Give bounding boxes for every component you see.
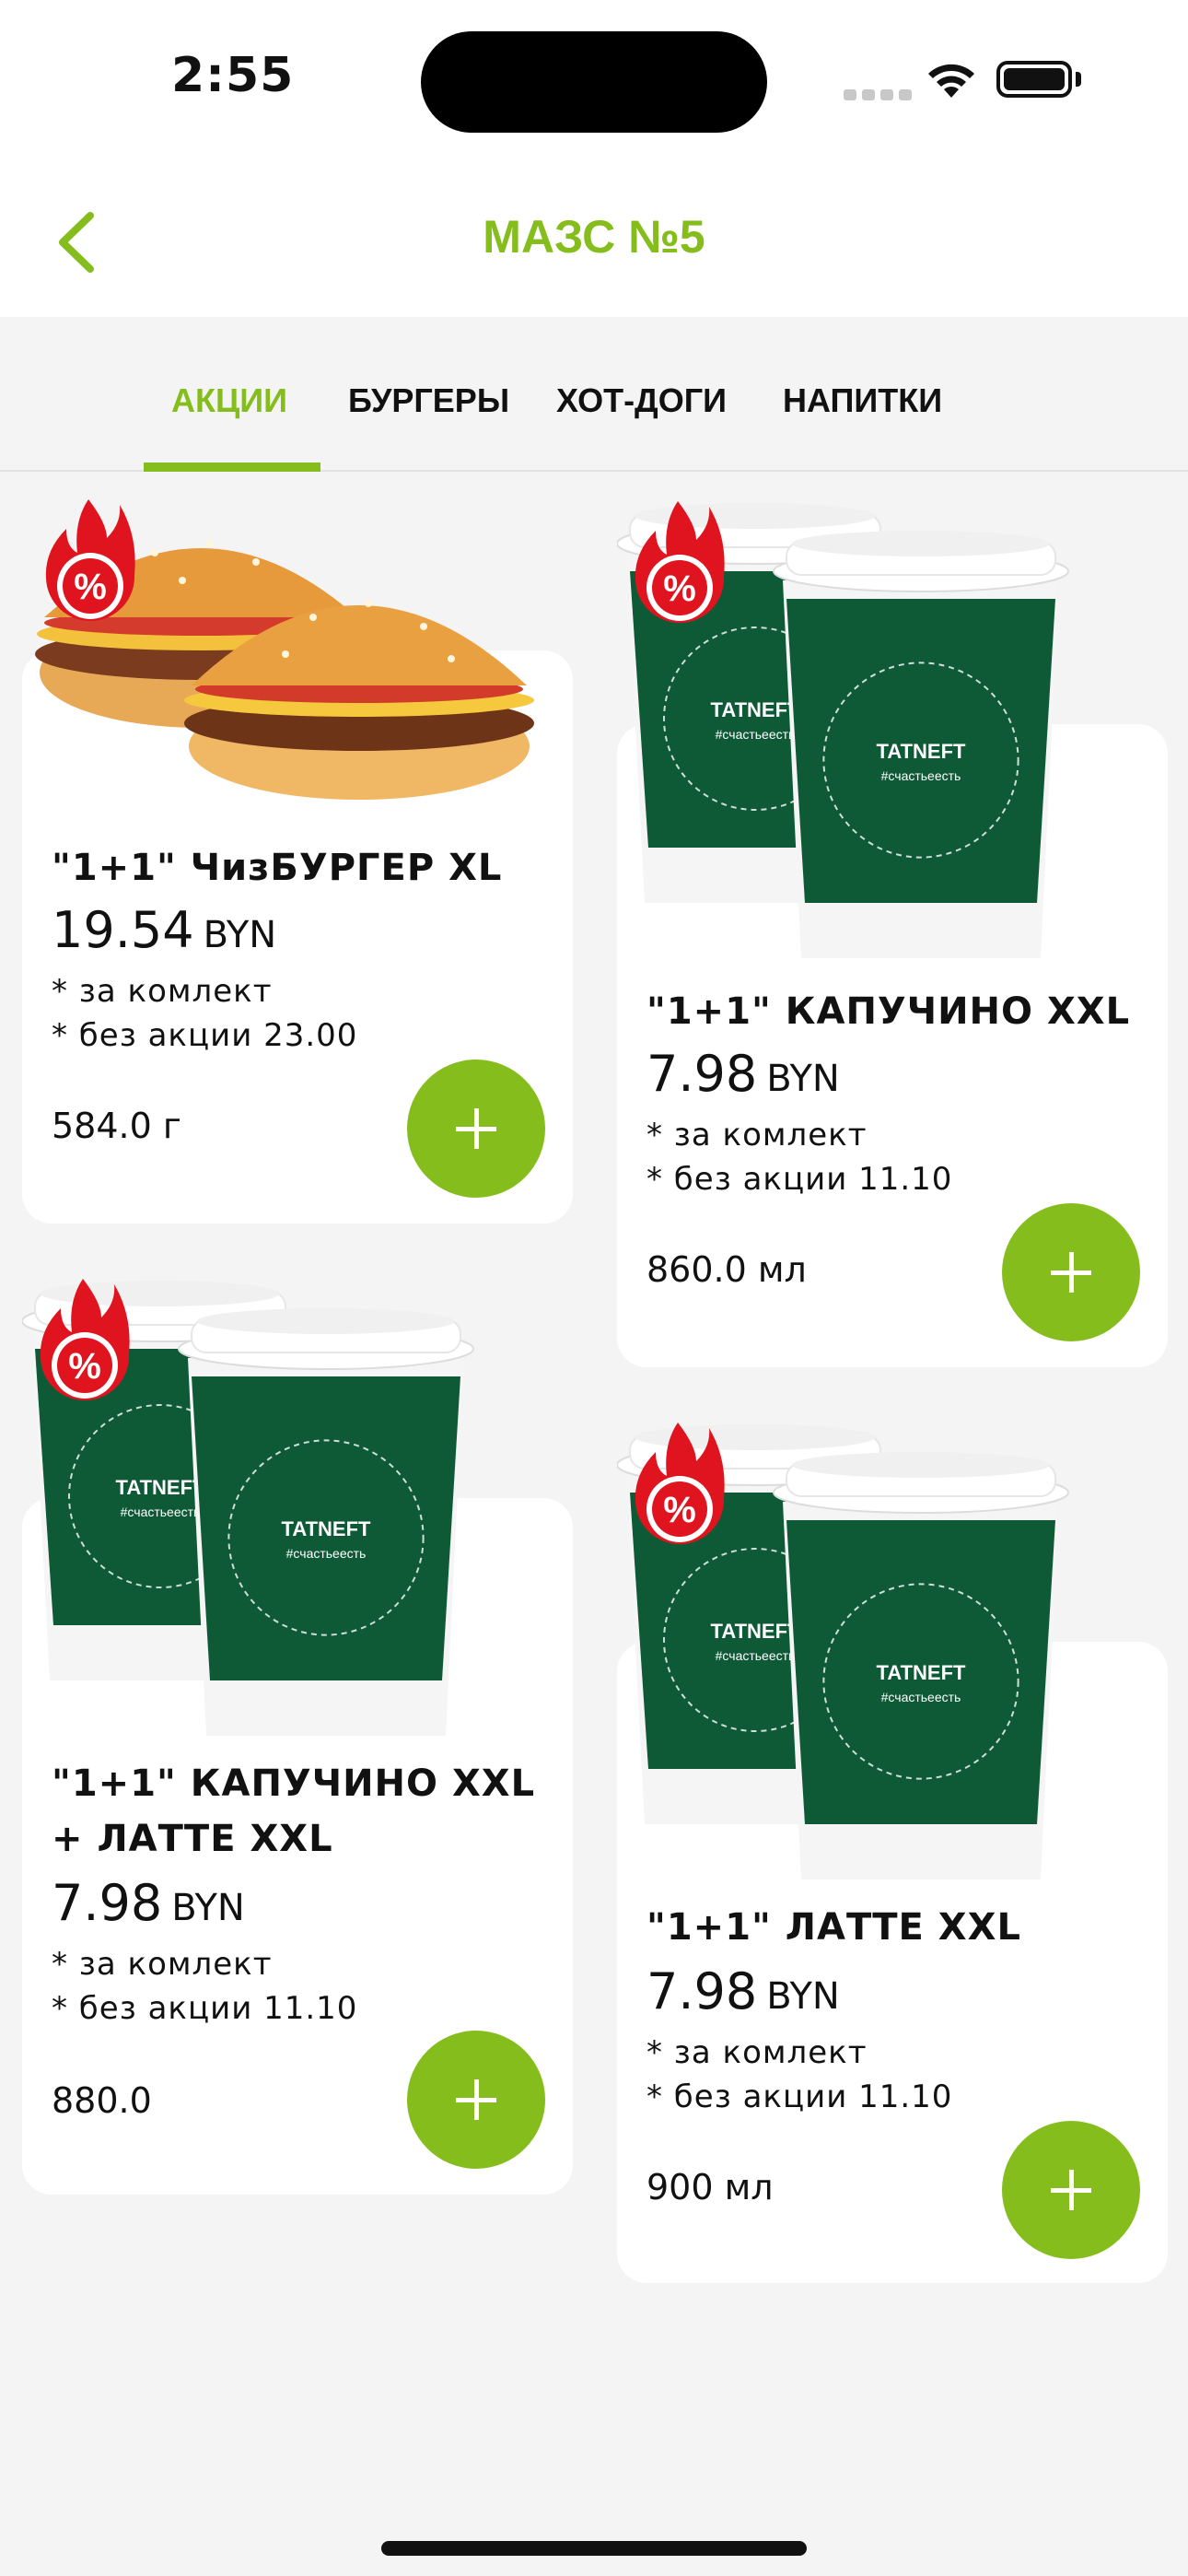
badge-percent: % [68,1346,101,1387]
cup-brand-text: TATNEFT [282,1517,371,1540]
bundle-note: * за комлект [646,1117,868,1153]
page-title: МАЗС №5 [483,211,705,263]
tab-hot-dogs[interactable]: ХОТ-ДОГИ [556,381,727,420]
regular-price-note: * без акции 11.10 [646,1161,953,1198]
cup-brand-text: TATNEFT [877,1661,966,1684]
price-currency: BYN [171,1887,245,1929]
wifi-icon [928,64,974,98]
cup-tag-text: #счастьеесть [716,1648,796,1663]
product-title: "1+1" ЧизБУРГЕР XL [52,847,503,889]
tab-burgers[interactable]: БУРГЕРЫ [348,381,509,420]
price-currency: BYN [203,914,277,956]
status-time: 2:55 [171,48,295,103]
product-price: 7.98 BYN [646,1045,840,1108]
bundle-note: * за комлект [52,973,273,1010]
bundle-note: * за комлект [646,2034,868,2071]
coffee-cup-pair-image: TATNEFT #счастьеесть TATNEFT #счастьеест… [21,1275,519,1736]
badge-percent: % [74,567,107,607]
product-title: "1+1" КАПУЧИНО XXL + ЛАТТЕ XXL [52,1762,536,1860]
status-bar: 2:55 [0,0,1188,166]
price-currency: BYN [766,1058,840,1100]
battery-icon [996,61,1072,98]
cup-brand-text: TATNEFT [877,740,966,763]
regular-price-note: * без акции 11.10 [52,1990,358,2027]
add-to-cart-button[interactable] [1002,1203,1140,1341]
discount-flame-badge-icon: % [45,499,135,622]
product-weight: 880.0 [52,2080,152,2121]
cellular-signal-icon [844,87,917,104]
add-to-cart-button[interactable] [407,1060,545,1198]
category-tabs: АКЦИИ БУРГЕРЫ ХОТ-ДОГИ НАПИТКИ [0,317,1188,472]
tab-promotions[interactable]: АКЦИИ [171,381,287,420]
product-price: 7.98 BYN [646,1962,840,2026]
cup-tag-text: #счастьеесть [121,1505,201,1519]
tab-drinks[interactable]: НАПИТКИ [783,381,942,420]
regular-price-note: * без акции 23.00 [52,1017,358,1054]
price-value: 7.98 [646,1045,758,1103]
cup-brand-text: TATNEFT [116,1476,205,1499]
cup-tag-text: #счастьеесть [881,1690,961,1704]
coffee-cup-pair-image: TATNEFT #счастьеесть TATNEFT #счастьеест… [616,498,1114,958]
price-value: 7.98 [646,1962,758,2020]
cup-brand-text: TATNEFT [711,1620,800,1643]
price-currency: BYN [766,1975,840,2018]
price-value: 19.54 [52,901,194,959]
bundle-note: * за комлект [52,1946,273,1983]
active-tab-indicator [144,463,320,472]
add-to-cart-button[interactable] [1002,2121,1140,2259]
cup-brand-text: TATNEFT [711,698,800,721]
cup-tag-text: #счастьеесть [881,768,961,783]
regular-price-note: * без акции 11.10 [646,2078,953,2115]
nav-bar: МАЗС №5 [0,166,1188,317]
price-value: 7.98 [52,1874,163,1932]
product-weight: 860.0 мл [646,1249,807,1290]
cup-tag-text: #счастьеесть [286,1546,367,1561]
product-weight: 900 мл [646,2167,774,2207]
product-title: "1+1" КАПУЧИНО XXL [646,990,1131,1033]
add-to-cart-button[interactable] [407,2031,545,2169]
dynamic-island [421,31,767,133]
product-price: 19.54 BYN [52,901,276,965]
coffee-cup-pair-image: TATNEFT #счастьеесть TATNEFT #счастьеест… [616,1419,1114,1879]
battery-cap [1076,72,1081,87]
cup-tag-text: #счастьеесть [716,727,796,742]
badge-percent: % [663,1490,696,1530]
badge-percent: % [663,568,696,609]
product-weight: 584.0 г [52,1106,181,1146]
product-title: "1+1" ЛАТТЕ XXL [646,1906,1021,1949]
product-price: 7.98 BYN [52,1874,245,1938]
home-indicator[interactable] [381,2541,807,2556]
